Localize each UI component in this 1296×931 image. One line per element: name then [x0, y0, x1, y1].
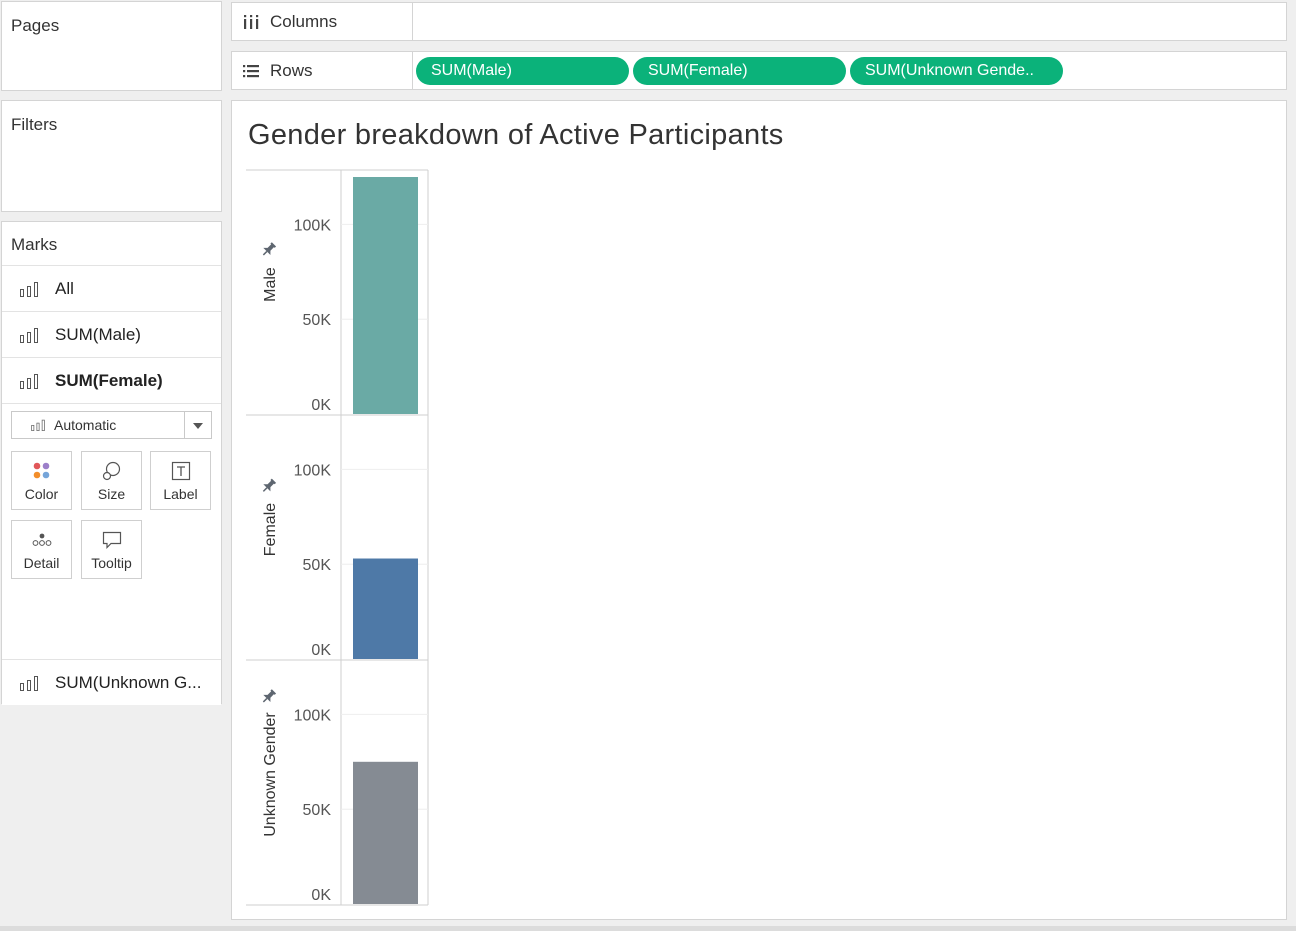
y-tick-label: 100K	[294, 462, 332, 479]
marks-card: Marks All SUM(Male) SUM(Female) Automati…	[1, 221, 222, 705]
bar-mark-icon	[20, 373, 38, 389]
pill-sum-unknown-gender[interactable]: SUM(Unknown Gende..	[850, 57, 1063, 85]
marks-title: Marks	[11, 235, 58, 254]
size-label: Size	[97, 486, 126, 502]
y-tick-label: 100K	[294, 217, 332, 234]
marks-card-sum-unknown[interactable]: SUM(Unknown G...	[2, 659, 221, 705]
marks-card-label: SUM(Male)	[55, 324, 141, 344]
chevron-down-icon[interactable]	[184, 412, 211, 438]
y-tick-label: 50K	[303, 557, 332, 574]
columns-shelf[interactable]: Columns	[231, 2, 1287, 41]
y-tick-label: 50K	[303, 802, 332, 819]
color-label: Color	[24, 486, 59, 502]
status-bar	[0, 926, 1296, 931]
row-header-label: Male	[262, 267, 279, 302]
tooltip-icon	[102, 531, 121, 549]
pin-icon[interactable]	[260, 688, 278, 706]
tooltip-label: Tooltip	[91, 555, 132, 571]
y-tick-label: 100K	[294, 707, 332, 724]
rows-label: Rows	[270, 60, 313, 80]
bar-male[interactable]	[353, 177, 418, 414]
size-button[interactable]: Size	[81, 451, 142, 510]
view-area: Gender breakdown of Active Participants …	[231, 100, 1287, 920]
row-header-label: Unknown Gender	[262, 712, 279, 837]
bar-mark-icon	[20, 675, 38, 691]
marks-card-sum-female[interactable]: SUM(Female)	[2, 358, 221, 404]
filters-title: Filters	[11, 115, 58, 134]
rows-icon	[243, 64, 259, 77]
row-header-label: Female	[262, 503, 279, 556]
bar-female[interactable]	[353, 558, 418, 659]
pin-icon[interactable]	[260, 241, 278, 259]
detail-button[interactable]: Detail	[11, 520, 72, 579]
bar-mark-icon	[20, 327, 38, 343]
color-button[interactable]: Color	[11, 451, 72, 510]
bar-chart[interactable]: 0K 50K 100K Male 0K 50K 100K Female 0K 50K 100K Unk…	[232, 101, 1286, 919]
marks-card-label: SUM(Unknown G...	[55, 672, 202, 692]
marks-card-sum-male[interactable]: SUM(Male)	[2, 312, 221, 358]
pages-title: Pages	[11, 16, 60, 35]
rows-shelf-label: Rows	[232, 52, 413, 89]
y-tick-label: 0K	[311, 887, 331, 904]
marks-header: Marks	[2, 222, 221, 266]
marks-card-label: SUM(Female)	[55, 370, 163, 390]
color-icon	[33, 462, 49, 479]
y-tick-label: 50K	[303, 312, 332, 329]
pin-icon[interactable]	[260, 477, 278, 495]
marks-card-label: All	[55, 278, 74, 298]
detail-icon	[32, 533, 51, 546]
pill-sum-male[interactable]: SUM(Male)	[416, 57, 629, 85]
label-label: Label	[163, 486, 198, 502]
pages-card: Pages	[1, 1, 222, 91]
bar-unknown-gender[interactable]	[353, 761, 418, 904]
marks-card-all[interactable]: All	[2, 266, 221, 312]
y-tick-label: 0K	[311, 642, 331, 659]
bar-mark-icon	[20, 281, 38, 297]
detail-label: Detail	[23, 555, 60, 571]
pill-sum-female[interactable]: SUM(Female)	[633, 57, 846, 85]
rows-shelf[interactable]: Rows SUM(Male) SUM(Female) SUM(Unknown G…	[231, 51, 1287, 90]
bar-mark-icon	[31, 419, 45, 431]
size-icon	[102, 461, 120, 481]
columns-shelf-label: Columns	[232, 3, 413, 40]
label-button[interactable]: Label	[150, 451, 211, 510]
filters-card: Filters	[1, 100, 222, 212]
text-label-icon	[171, 461, 190, 481]
mark-type-dropdown[interactable]: Automatic	[11, 411, 212, 439]
columns-label: Columns	[270, 11, 338, 31]
columns-icon	[244, 14, 259, 29]
mark-type-value: Automatic	[54, 417, 117, 433]
y-tick-label: 0K	[311, 397, 331, 414]
tooltip-button[interactable]: Tooltip	[81, 520, 142, 579]
